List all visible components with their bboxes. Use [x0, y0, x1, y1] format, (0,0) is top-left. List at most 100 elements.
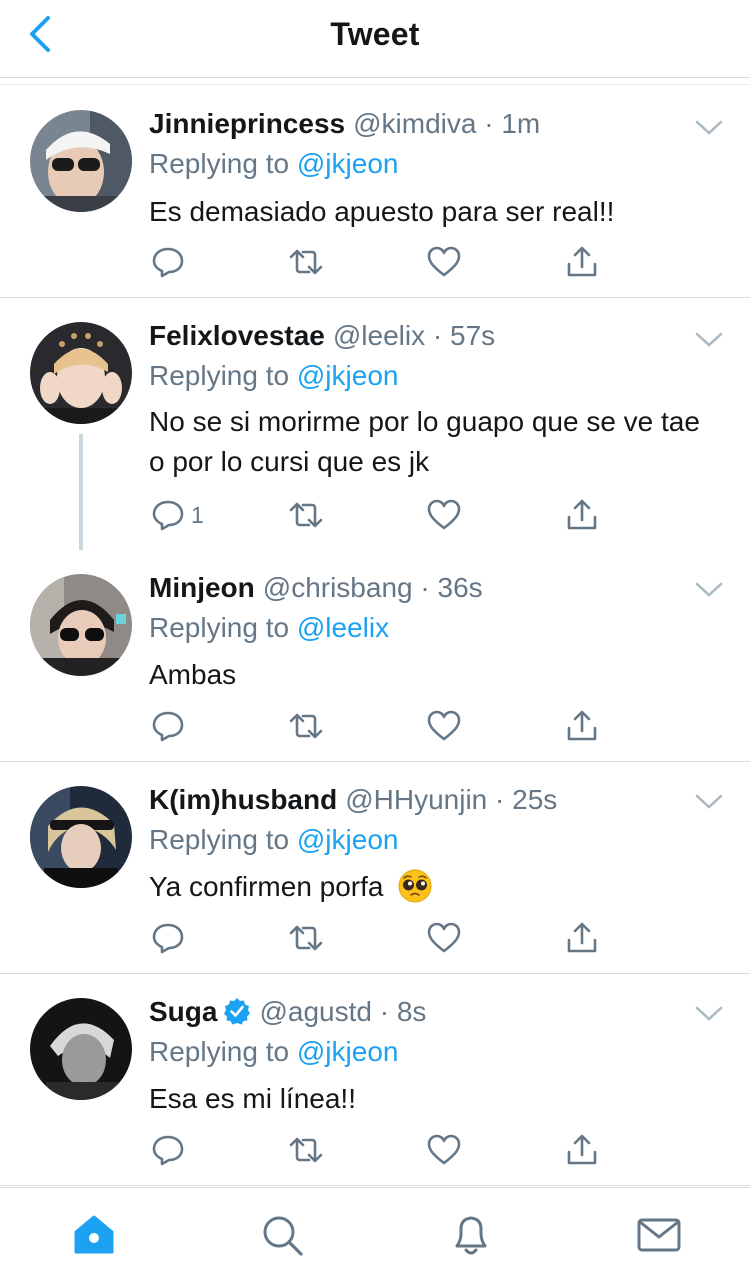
verified-badge-icon [224, 998, 251, 1025]
reply-icon [152, 923, 184, 954]
reply-button[interactable] [151, 920, 191, 956]
retweet-icon [289, 502, 323, 528]
retweet-button[interactable] [289, 708, 323, 744]
replying-to: Replying to @jkjeon [149, 148, 399, 179]
display-name[interactable]: Suga [149, 996, 217, 1027]
tweet-text: Ambas [149, 659, 237, 690]
share-icon [567, 246, 597, 277]
messages-icon[interactable] [636, 1212, 682, 1258]
chevron-down-icon[interactable] [694, 580, 724, 600]
display-name[interactable]: Felixlovestae [149, 320, 325, 351]
chevron-down-icon[interactable] [694, 792, 724, 812]
share-icon [567, 499, 597, 530]
like-button[interactable] [427, 497, 461, 533]
tweet-text: Esa es mi línea!! [149, 1083, 356, 1114]
avatar[interactable] [30, 574, 132, 676]
retweet-icon [289, 249, 323, 275]
tweet-reply[interactable]: Felixlovestae @leelix · 57s Replying to @… [0, 298, 750, 562]
reply-icon [152, 1135, 184, 1166]
user-handle[interactable]: @agustd [259, 996, 372, 1027]
like-button[interactable] [427, 708, 461, 744]
heart-icon [427, 246, 461, 277]
retweet-button[interactable] [289, 244, 323, 280]
reply-icon [152, 247, 184, 278]
tweet-reply[interactable]: Minjeon @chrisbang · 36s Replying to @lee… [0, 550, 750, 762]
tweet-text: No se si morirme por lo guapo que se ve … [149, 406, 700, 477]
display-name[interactable]: Minjeon [149, 572, 255, 603]
retweet-button[interactable] [289, 1132, 323, 1168]
share-button[interactable] [565, 497, 599, 533]
share-button[interactable] [565, 244, 599, 280]
home-icon[interactable] [71, 1212, 117, 1258]
chevron-down-icon[interactable] [694, 1004, 724, 1024]
like-button[interactable] [427, 920, 461, 956]
tweet-text: Ya confirmen porfa [149, 867, 709, 907]
avatar[interactable] [30, 786, 132, 888]
heart-icon [427, 1134, 461, 1165]
mention-link[interactable]: @jkjeon [297, 148, 399, 179]
timestamp: 57s [450, 320, 496, 351]
replying-to: Replying to @leelix [149, 612, 390, 643]
display-name[interactable]: K(im)husband [149, 784, 337, 815]
tweet-reply[interactable]: Jinnieprincess @kimdiva · 1m Replying to … [0, 86, 750, 298]
thread-connector [79, 434, 83, 562]
retweet-button[interactable] [289, 497, 323, 533]
timestamp: 36s [437, 572, 483, 603]
retweet-button[interactable] [289, 920, 323, 956]
notifications-icon[interactable] [448, 1212, 494, 1258]
reply-button[interactable] [151, 1132, 191, 1168]
tweet-actions: 1 [149, 497, 619, 533]
user-handle[interactable]: @leelix [333, 320, 425, 351]
share-button[interactable] [565, 920, 599, 956]
top-navigation-bar: Tweet [0, 0, 750, 78]
reply-icon [152, 711, 184, 742]
user-handle[interactable]: @HHyunjin [345, 784, 487, 815]
tweet-actions [149, 920, 619, 956]
mention-link[interactable]: @jkjeon [297, 1036, 399, 1067]
search-icon[interactable] [259, 1212, 305, 1258]
heart-icon [427, 922, 461, 953]
share-icon [567, 922, 597, 953]
divider [0, 84, 750, 85]
avatar[interactable] [30, 322, 132, 424]
reply-icon [152, 500, 184, 531]
timestamp: 8s [396, 996, 427, 1027]
chevron-down-icon[interactable] [694, 118, 724, 138]
tweet-reply[interactable]: Suga @agustd · 8s Replying to @jkjeon Esa… [0, 974, 750, 1186]
heart-icon [427, 710, 461, 741]
heart-icon [427, 499, 461, 530]
tweet-actions [149, 708, 619, 744]
mention-link[interactable]: @jkjeon [297, 824, 399, 855]
like-button[interactable] [427, 1132, 461, 1168]
retweet-icon [289, 1137, 323, 1163]
chevron-down-icon[interactable] [694, 330, 724, 350]
replying-to: Replying to @jkjeon [149, 824, 399, 855]
timestamp: 1m [501, 108, 541, 139]
timestamp: 25s [512, 784, 558, 815]
reply-count: 1 [191, 501, 204, 528]
replying-to: Replying to @jkjeon [149, 1036, 399, 1067]
tweet-actions [149, 1132, 619, 1168]
tweet-actions [149, 244, 619, 280]
reply-button[interactable] [151, 244, 191, 280]
page-title: Tweet [330, 16, 420, 52]
user-handle[interactable]: @kimdiva [353, 108, 476, 139]
display-name[interactable]: Jinnieprincess [149, 108, 345, 139]
pleading-face-emoji-icon [398, 869, 432, 903]
mention-link[interactable]: @leelix [297, 612, 389, 643]
tweet-text: Es demasiado apuesto para ser real!! [149, 196, 615, 227]
avatar[interactable] [30, 110, 132, 212]
user-handle[interactable]: @chrisbang [263, 572, 413, 603]
reply-button[interactable] [151, 708, 191, 744]
retweet-icon [289, 925, 323, 951]
share-icon [567, 710, 597, 741]
like-button[interactable] [427, 244, 461, 280]
share-button[interactable] [565, 1132, 599, 1168]
share-button[interactable] [565, 708, 599, 744]
mention-link[interactable]: @jkjeon [297, 360, 399, 391]
tweet-reply[interactable]: K(im)husband @HHyunjin · 25s Replying to … [0, 762, 750, 974]
avatar[interactable] [30, 998, 132, 1100]
reply-button[interactable]: 1 [151, 497, 204, 533]
bottom-tab-bar [0, 1187, 750, 1284]
replying-to: Replying to @jkjeon [149, 360, 399, 391]
